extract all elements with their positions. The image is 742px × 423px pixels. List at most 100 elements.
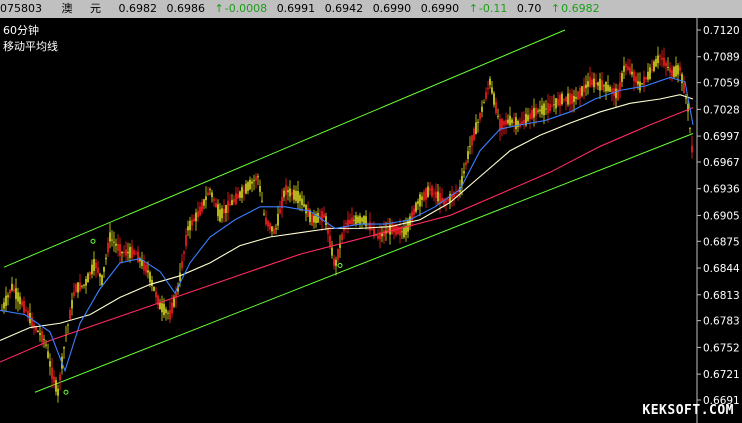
candle-body — [145, 264, 147, 273]
candle-body — [397, 226, 399, 234]
candle-body — [83, 284, 85, 286]
candle-body — [15, 288, 17, 300]
quote-change: -0.0008 — [224, 2, 268, 15]
candle-body — [651, 69, 653, 71]
candle-body — [331, 247, 333, 256]
candle-body — [423, 191, 425, 201]
candle-body — [99, 273, 101, 277]
candle-body — [637, 81, 639, 85]
candle-body — [181, 261, 183, 269]
candle-body — [121, 251, 123, 254]
ma-slow-line — [0, 107, 694, 363]
quote-name-2: 元 — [90, 2, 101, 15]
candle-body — [209, 189, 211, 191]
y-axis-ticks: 0.7120 0.7089 0.7059 0.7028 0.6997 0.6967 0.69… — [697, 25, 740, 407]
candle-body — [207, 192, 209, 196]
candle-body — [265, 217, 267, 225]
candle-body — [245, 183, 247, 194]
y-tick-label: 0.7059 — [703, 78, 740, 90]
candle-body — [621, 73, 623, 82]
candle-body — [635, 76, 637, 83]
candle-body — [267, 220, 269, 227]
candle-body — [605, 81, 607, 92]
candle-body — [211, 192, 213, 198]
candle-body — [511, 119, 513, 124]
candle-body — [123, 251, 125, 254]
candle-body — [63, 347, 65, 349]
y-tick-label: 0.6997 — [703, 131, 740, 143]
candle-body — [669, 67, 671, 73]
candle-body — [471, 135, 473, 146]
candle-body — [75, 284, 77, 293]
candle-body — [437, 191, 439, 202]
candle-body — [611, 88, 613, 93]
candle-body — [275, 228, 277, 230]
candle-body — [531, 109, 533, 120]
candle-body — [143, 260, 145, 271]
candle-body — [259, 185, 261, 192]
channel-touch-marker — [90, 238, 96, 244]
candle-body — [673, 66, 675, 78]
candle-body — [335, 259, 337, 266]
candle-body — [135, 253, 137, 255]
candle-body — [577, 91, 579, 100]
candle-body — [137, 251, 139, 263]
y-tick-label: 0.6721 — [703, 369, 740, 381]
candle-body — [545, 108, 547, 110]
candle-body — [667, 66, 669, 68]
candle-body — [129, 247, 131, 258]
candle-body — [401, 231, 403, 233]
candle-body — [45, 344, 47, 346]
candle-body — [473, 128, 475, 141]
candle-body — [167, 312, 169, 314]
quote-v1: 0.6990 — [372, 2, 412, 15]
candle-body — [489, 78, 491, 85]
candle-body — [481, 106, 483, 112]
candle-body — [11, 283, 13, 291]
candle-body — [547, 102, 549, 114]
candle-body — [37, 330, 39, 333]
candle-body — [515, 117, 517, 130]
watermark: KEKSOFT.COM — [642, 403, 734, 418]
candle-body — [657, 55, 659, 64]
candle-body — [391, 222, 393, 235]
candle-body — [647, 71, 649, 80]
candle-body — [607, 84, 609, 92]
candle-body — [361, 217, 363, 222]
candle-body — [663, 57, 665, 66]
candle-body — [463, 171, 465, 174]
candle-body — [479, 113, 481, 120]
candle-body — [433, 192, 435, 194]
candle-body — [523, 119, 525, 123]
candle-body — [517, 120, 519, 128]
candle-body — [495, 102, 497, 114]
candle-body — [645, 77, 647, 80]
candle-body — [341, 233, 343, 241]
candle-body — [51, 367, 53, 379]
candle-body — [383, 230, 385, 237]
candle-body — [3, 302, 5, 309]
candle-body — [683, 83, 685, 94]
candle-body — [291, 192, 293, 195]
candle-body — [665, 62, 667, 67]
price-chart[interactable]: 0.7120 0.7089 0.7059 0.7028 0.6997 0.6967 0.69… — [0, 18, 742, 423]
candle-body — [475, 122, 477, 135]
quote-amp: 0.70 — [516, 2, 542, 15]
candle-body — [57, 388, 59, 396]
candle-body — [159, 302, 161, 310]
candle-body — [369, 222, 371, 231]
candle-body — [81, 285, 83, 287]
candle-body — [17, 292, 19, 302]
candle-body — [283, 190, 285, 198]
quote-v2: 0.6990 — [420, 2, 460, 15]
candle-body — [113, 241, 115, 243]
candle-body — [79, 282, 81, 291]
candle-body — [679, 66, 681, 71]
candle-body — [305, 204, 307, 214]
candle-body — [421, 196, 423, 200]
candle-body — [21, 301, 23, 306]
candle-body — [131, 246, 133, 259]
candle-body — [191, 219, 193, 226]
candle-body — [269, 223, 271, 230]
candle-body — [417, 201, 419, 204]
